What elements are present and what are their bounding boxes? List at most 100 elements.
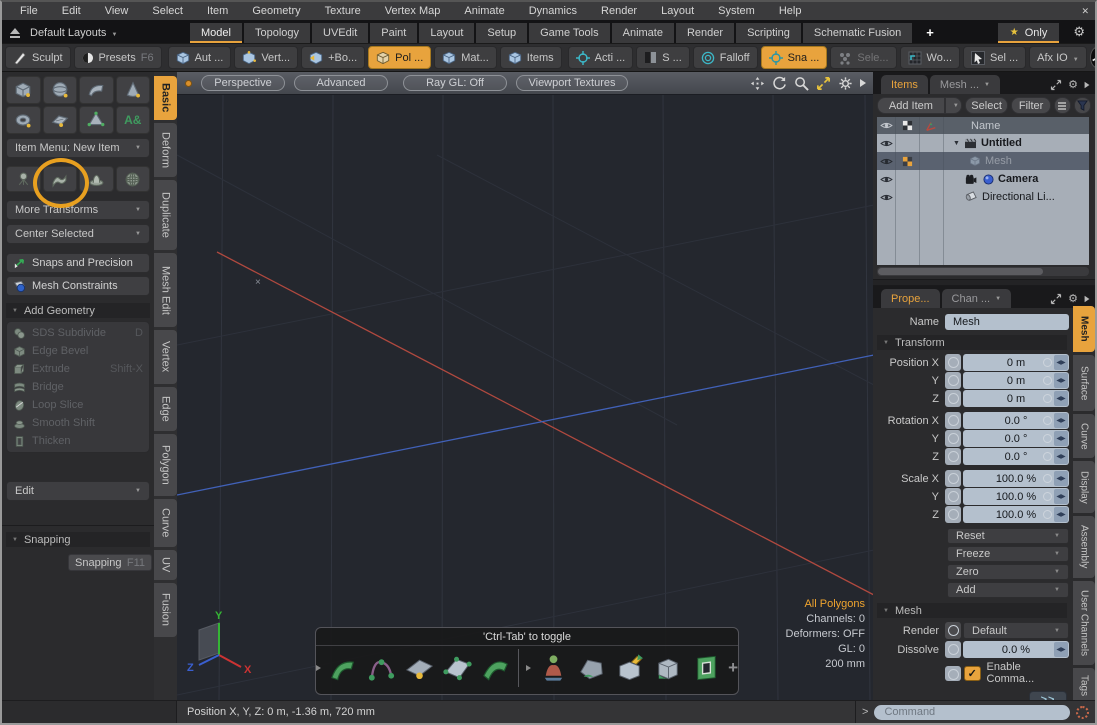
tab-vertex[interactable]: Vertex	[154, 330, 177, 384]
mesh-section-header[interactable]: Mesh	[877, 603, 1067, 618]
afx-io-dropdown[interactable]: Afx IO	[1029, 46, 1087, 69]
menu-select[interactable]: Select	[140, 5, 195, 17]
channel-knob[interactable]	[945, 488, 961, 505]
pyramid-primitive-button[interactable]	[79, 106, 114, 134]
cube-primitive-button[interactable]	[6, 76, 41, 104]
tool-select-through[interactable]: Sel ...	[963, 46, 1026, 69]
tool-items[interactable]: Items	[500, 46, 562, 69]
tool-action-center[interactable]: Acti ...	[568, 46, 634, 69]
select-button[interactable]: Select	[965, 97, 1008, 114]
add-item-dropdown[interactable]	[945, 97, 962, 114]
tab-mesh-props[interactable]: Mesh	[1073, 306, 1095, 352]
viewport-shading-button[interactable]: Advanced	[294, 75, 388, 91]
ray-gl-button[interactable]: Ray GL: Off	[403, 75, 507, 91]
eye-icon[interactable]	[877, 134, 895, 152]
channel-knob[interactable]	[945, 641, 961, 658]
tab-model[interactable]: Model	[190, 23, 242, 43]
text-tool-button[interactable]: A&	[116, 106, 151, 134]
layout-switcher[interactable]: Default Layouts	[2, 27, 190, 43]
tab-setup[interactable]: Setup	[476, 23, 527, 43]
tool-vertices[interactable]: Vert...	[234, 46, 298, 69]
tab-channels[interactable]: Chan ...	[942, 289, 1011, 308]
dissolve-field[interactable]: 0.0 %	[945, 641, 1069, 658]
stepper-control[interactable]	[1054, 489, 1068, 504]
pan-icon[interactable]	[750, 76, 765, 91]
smooth-shift-tool[interactable]: Smooth Shift	[10, 414, 146, 432]
freeze-button[interactable]: Freeze	[947, 546, 1069, 562]
menu-texture[interactable]: Texture	[313, 5, 373, 17]
bend-tool-icon[interactable]	[328, 652, 359, 684]
zero-button[interactable]: Zero	[947, 564, 1069, 580]
menu-file[interactable]: File	[8, 5, 50, 17]
enable-commands-checkbox[interactable]	[964, 666, 981, 681]
stepper-control[interactable]	[1054, 355, 1068, 370]
channel-knob[interactable]	[945, 430, 961, 447]
panel-splitter[interactable]	[873, 279, 1095, 286]
channel-knob[interactable]	[945, 506, 961, 523]
stepper-control[interactable]	[1054, 642, 1068, 657]
sds-subdivide-tool[interactable]: SDS Subdivide D	[10, 324, 146, 342]
item-row-untitled[interactable]: ▼ Untitled	[877, 134, 1089, 152]
tab-basic[interactable]: Basic	[154, 76, 177, 120]
channel-knob[interactable]	[945, 390, 961, 407]
channel-knob[interactable]	[945, 622, 961, 639]
cube-extrude-tool-icon[interactable]	[614, 652, 645, 684]
tab-tags[interactable]: Tags	[1073, 668, 1095, 704]
extrude-tool[interactable]: Extrude Shift-X	[10, 360, 146, 378]
list-options-button[interactable]	[1054, 97, 1071, 114]
tab-uv[interactable]: UV	[154, 550, 177, 580]
tab-animate[interactable]: Animate	[612, 23, 674, 43]
stepper-control[interactable]	[1054, 449, 1068, 464]
edge-bevel-tool[interactable]: Edge Bevel	[10, 342, 146, 360]
tool-symmetry[interactable]: S ...	[636, 46, 690, 69]
tool-work-plane[interactable]: Wo...	[900, 46, 960, 69]
render-dropdown[interactable]: Default	[945, 622, 1069, 639]
tool-polygons[interactable]: Pol ...	[368, 46, 431, 69]
eye-icon[interactable]	[877, 152, 895, 170]
command-input[interactable]	[874, 705, 1070, 720]
curved-surface-primitive-button[interactable]	[79, 76, 114, 104]
tab-user-channels[interactable]: User Channels	[1073, 581, 1095, 665]
more-transforms-dropdown[interactable]: More Transforms	[6, 200, 150, 220]
reset-button[interactable]: Reset	[947, 528, 1069, 544]
thicken-tool[interactable]: Thicken	[10, 432, 146, 450]
orbit-icon[interactable]	[772, 76, 787, 91]
tab-surface[interactable]: Surface	[1073, 355, 1095, 411]
tab-items[interactable]: Items	[881, 75, 928, 94]
stepper-control[interactable]	[1054, 391, 1068, 406]
tool-falloff[interactable]: Falloff	[693, 46, 758, 69]
filter-button[interactable]: Filter	[1011, 97, 1051, 114]
tab-deform[interactable]: Deform	[154, 123, 177, 177]
snapping-button[interactable]: Snapping F11	[68, 554, 152, 571]
popup-add-icon[interactable]: +	[728, 658, 738, 678]
wireframe-sphere-tool-button[interactable]	[116, 166, 151, 192]
stepper-control[interactable]	[1054, 471, 1068, 486]
tab-display[interactable]: Display	[1073, 461, 1095, 513]
substance-logo-icon[interactable]	[1090, 47, 1097, 68]
snaps-and-precision-button[interactable]: Snaps and Precision	[6, 253, 150, 273]
maximize-icon[interactable]	[816, 76, 831, 91]
rotation-z-field[interactable]: 0.0 °	[945, 448, 1069, 465]
sculpt-button[interactable]: Sculpt	[5, 46, 71, 69]
eye-icon[interactable]	[877, 188, 895, 206]
name-field[interactable]: Mesh	[945, 314, 1069, 330]
panel-more-icon[interactable]	[1085, 295, 1090, 301]
menu-vertex-map[interactable]: Vertex Map	[373, 5, 453, 17]
tab-curve[interactable]: Curve	[154, 499, 177, 547]
edit-dropdown[interactable]: Edit	[6, 481, 150, 501]
channel-knob[interactable]	[945, 448, 961, 465]
viewport-3d[interactable]: Perspective Advanced Ray GL: Off Viewpor…	[177, 72, 874, 700]
snapping-header[interactable]: Snapping	[6, 532, 150, 547]
transform-section-header[interactable]: Transform	[877, 335, 1067, 350]
panel-gear-icon[interactable]: ⚙	[1068, 78, 1078, 91]
plane-primitive-button[interactable]	[43, 106, 78, 134]
center-selected-dropdown[interactable]: Center Selected	[6, 224, 150, 244]
cone-primitive-button[interactable]	[116, 76, 151, 104]
tab-properties[interactable]: Prope...	[881, 289, 940, 308]
viewport-textures-button[interactable]: Viewport Textures	[516, 75, 628, 91]
menu-system[interactable]: System	[706, 5, 767, 17]
tool-selection-sets[interactable]: Sele...	[830, 46, 896, 69]
position-x-field[interactable]: 0 m	[945, 354, 1069, 371]
scale-z-field[interactable]: 100.0 %	[945, 506, 1069, 523]
quad-patch-tool-icon[interactable]	[442, 652, 473, 684]
